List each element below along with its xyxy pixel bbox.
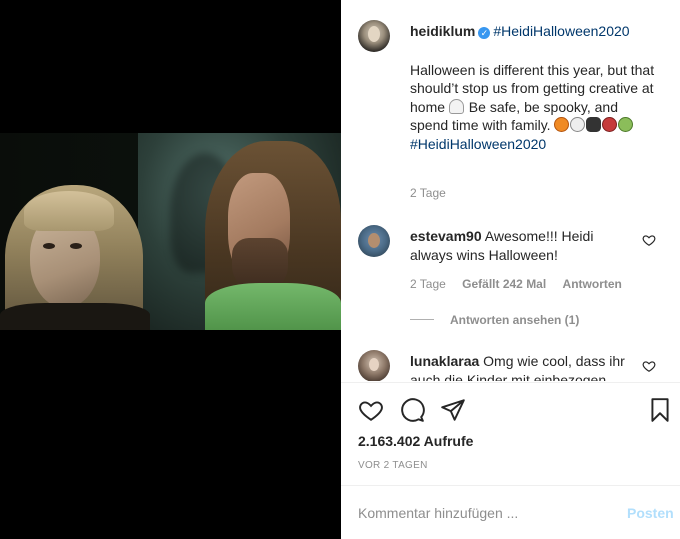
caption-timestamp[interactable]: 2 Tage — [410, 186, 446, 200]
comment-list-clip: lunaklaraa Omg wie cool, dass ihr auch d… — [341, 345, 680, 381]
post-date[interactable]: VOR 2 TAGEN — [358, 460, 428, 471]
post-panel: heidiklum ✓ #HeidiHalloween2020 Halloween … — [341, 0, 680, 539]
comment-timestamp[interactable]: 2 Tage — [410, 277, 446, 291]
comment-input[interactable]: Kommentar hinzufügen ... — [358, 505, 598, 521]
verified-badge-icon: ✓ — [478, 27, 491, 39]
skull-emoji-icon — [570, 117, 586, 133]
comment-item: lunaklaraa Omg wie cool, dass ihr auch d… — [410, 352, 630, 381]
comment-meta: 2 Tage Gefällt 242 Mal Antworten — [410, 277, 635, 291]
like-comment-heart-icon[interactable] — [642, 359, 656, 373]
commenter-username[interactable]: lunaklaraa — [410, 353, 479, 369]
reply-button[interactable]: Antworten — [563, 277, 622, 291]
author-username[interactable]: heidiklum — [410, 23, 475, 39]
pumpkin-emoji-icon — [554, 117, 570, 133]
caption-hashtag-link[interactable]: #HeidiHalloween2020 — [410, 136, 546, 152]
post-media[interactable] — [0, 0, 341, 539]
post-caption: heidiklum ✓ #HeidiHalloween2020 Halloween … — [410, 22, 660, 154]
commenter-avatar[interactable] — [358, 350, 390, 381]
vampire-emoji-icon — [602, 117, 618, 133]
divider — [341, 485, 680, 486]
view-replies-button[interactable]: Antworten ansehen (1) — [410, 313, 579, 327]
view-count[interactable]: 2.163.402 Aufrufe — [358, 433, 473, 449]
zombie-emoji-icon — [618, 117, 634, 133]
view-replies-label: Antworten ansehen (1) — [450, 313, 580, 327]
comment-bubble-icon[interactable] — [399, 397, 425, 423]
replies-divider — [410, 319, 434, 320]
commenter-username[interactable]: estevam90 — [410, 228, 482, 244]
post-photo[interactable] — [0, 133, 341, 330]
caption-body: Halloween is different this year, but th… — [410, 61, 660, 154]
like-comment-heart-icon[interactable] — [642, 233, 656, 247]
share-paper-plane-icon[interactable] — [440, 397, 466, 423]
caption-header: heidiklum ✓ #HeidiHalloween2020 — [410, 22, 660, 41]
bat-emoji-icon — [586, 117, 602, 133]
ghost-emoji-icon — [448, 98, 464, 114]
comment-item: estevam90 Awesome!!! Heidi always wins H… — [410, 227, 630, 264]
divider — [341, 382, 680, 383]
post-button[interactable]: Posten — [627, 505, 674, 521]
save-bookmark-icon[interactable] — [647, 397, 673, 423]
commenter-avatar[interactable] — [358, 225, 390, 257]
header-hashtag-link[interactable]: #HeidiHalloween2020 — [493, 23, 629, 39]
author-avatar[interactable] — [358, 20, 390, 52]
like-heart-icon[interactable] — [358, 397, 384, 423]
comment-likes[interactable]: Gefällt 242 Mal — [462, 277, 546, 291]
